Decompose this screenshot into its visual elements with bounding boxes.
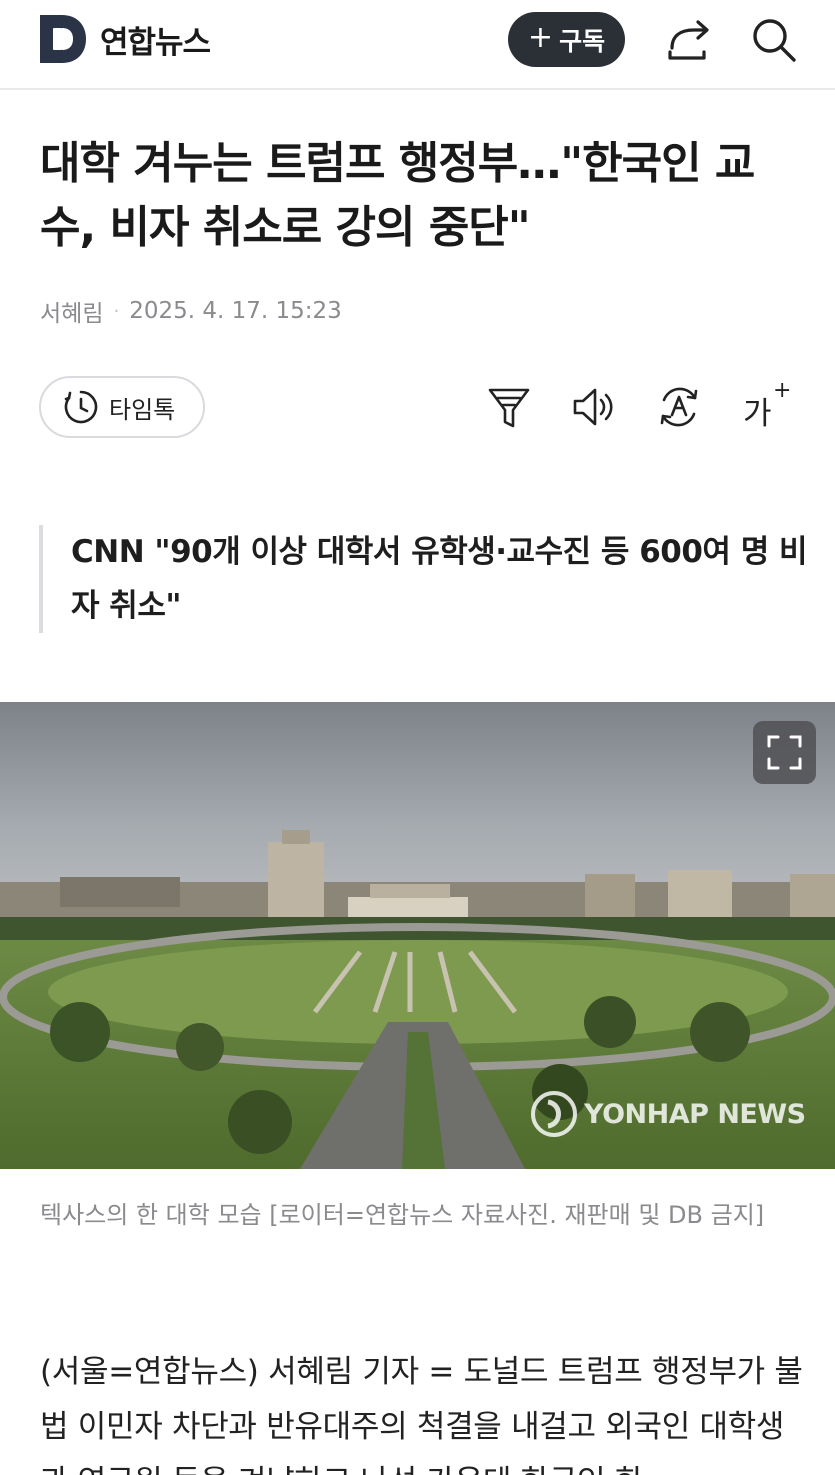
clock-icon: [64, 390, 98, 424]
expand-icon: [767, 735, 802, 770]
article-subheadline: CNN "90개 이상 대학서 유학생·교수진 등 600여 명 비자 취소": [39, 525, 809, 633]
author-name[interactable]: 서혜림: [40, 294, 103, 328]
font-size-icon[interactable]: 가 +: [741, 378, 791, 432]
font-size-label: 가: [743, 396, 772, 432]
speaker-icon[interactable]: [571, 382, 617, 432]
article-headline: 대학 겨누는 트럼프 행정부…"한국인 교수, 비자 취소로 강의 중단": [40, 138, 755, 253]
expand-button[interactable]: [753, 721, 816, 784]
top-bar: 연합뉴스 + 구독: [0, 0, 835, 90]
translate-icon[interactable]: [656, 382, 702, 432]
photo-caption: 텍사스의 한 대학 모습 [로이터=연합뉴스 자료사진. 재판매 및 DB 금지…: [40, 1201, 765, 1229]
byline: 서혜림 · 2025. 4. 17. 15:23: [40, 294, 342, 328]
subscribe-label: 구독: [559, 26, 606, 56]
plus-icon: +: [527, 20, 554, 55]
brand-name[interactable]: 연합뉴스: [100, 17, 211, 62]
search-icon[interactable]: [750, 16, 798, 64]
filter-icon[interactable]: [486, 382, 532, 432]
byline-separator: ·: [113, 300, 120, 322]
timetalk-button[interactable]: 타임톡: [39, 376, 205, 438]
daum-logo-icon[interactable]: [40, 15, 86, 63]
yonhap-logo-icon: [531, 1091, 577, 1137]
watermark-text: YONHAP NEWS: [584, 1098, 806, 1130]
share-icon[interactable]: [664, 16, 714, 64]
publish-date: 2025. 4. 17. 15:23: [129, 298, 342, 324]
article-body: (서울=연합뉴스) 서혜림 기자 = 도널드 트럼프 행정부가 불법 이민자 차…: [40, 1354, 803, 1475]
subscribe-button[interactable]: + 구독: [508, 12, 625, 67]
photo-watermark: YONHAP NEWS: [530, 1090, 806, 1138]
timetalk-label: 타임톡: [109, 395, 176, 424]
plus-icon: +: [773, 378, 792, 403]
